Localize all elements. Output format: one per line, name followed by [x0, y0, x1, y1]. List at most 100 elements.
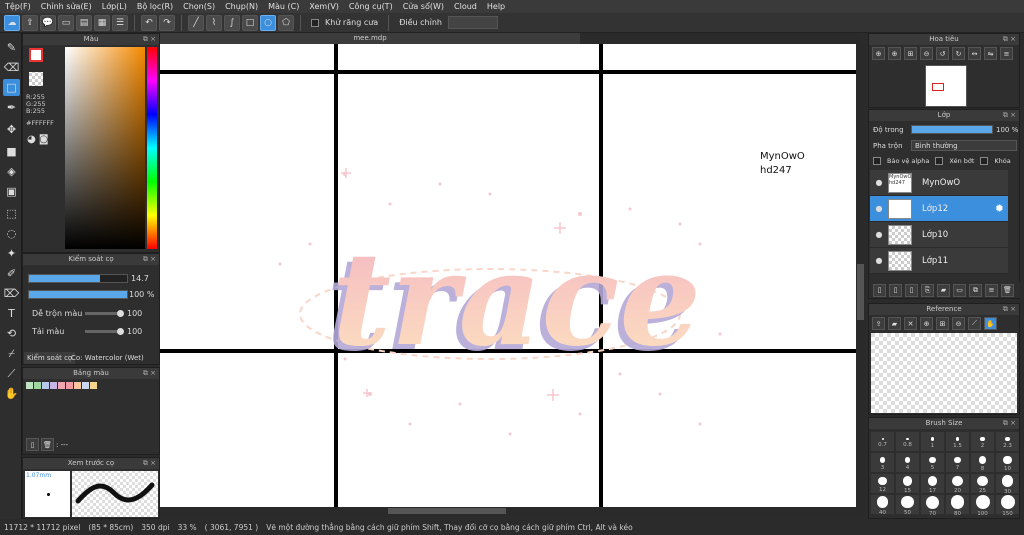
rotate-right-icon[interactable]: ↻: [952, 47, 965, 60]
palette-swatch[interactable]: [74, 382, 81, 389]
hand-icon[interactable]: ✋: [3, 385, 20, 402]
transparent-swatch[interactable]: [29, 72, 43, 86]
fill-rect-icon[interactable]: ■: [3, 143, 20, 160]
layer-opacity-slider[interactable]: [911, 125, 993, 134]
wet-slider[interactable]: [85, 328, 124, 335]
brush-size-cell[interactable]: 0.8: [896, 432, 919, 451]
brush-size-cell[interactable]: 2.3: [996, 432, 1019, 451]
gradient-icon[interactable]: ▣: [3, 183, 20, 200]
palette-swatch[interactable]: [42, 382, 49, 389]
menu-select[interactable]: Chọn(S): [178, 2, 220, 11]
fit-icon[interactable]: ⊞: [904, 47, 917, 60]
protect-alpha-checkbox[interactable]: [873, 157, 881, 165]
magic-wand-icon[interactable]: ✦: [3, 245, 20, 262]
brush-size-cell[interactable]: 150: [996, 495, 1019, 517]
layer-menu-icon[interactable]: ≡: [985, 283, 998, 297]
blend-slider[interactable]: [85, 310, 124, 317]
layer-item[interactable]: ● Lớp10: [870, 222, 1008, 248]
palette-swatch[interactable]: [66, 382, 73, 389]
palette-swatch[interactable]: [82, 382, 89, 389]
pen-icon[interactable]: ✒: [3, 99, 20, 116]
copy-layer-icon[interactable]: ⧉: [969, 283, 982, 297]
import-icon[interactable]: ⇪: [872, 317, 885, 330]
clip-checkbox[interactable]: [935, 157, 944, 165]
brush-opacity-slider[interactable]: [28, 290, 128, 299]
canvas[interactable]: trace trace MynOwO hd247: [160, 44, 860, 514]
divide-icon[interactable]: ⌿: [3, 345, 20, 362]
layer-item[interactable]: ● Lớp11: [870, 248, 1008, 274]
merge-icon[interactable]: ▭: [953, 283, 966, 297]
palette-swatch[interactable]: [50, 382, 57, 389]
close-reference-icon[interactable]: ✕: [904, 317, 917, 330]
layer-settings-icon[interactable]: ✹: [995, 202, 1004, 215]
panel-menu-icon[interactable]: ⧉ ×: [143, 254, 156, 265]
new-folder-layer-icon[interactable]: ▯: [905, 283, 918, 297]
open-folder-icon[interactable]: ▰: [888, 317, 901, 330]
brush-size-cell[interactable]: 70: [921, 495, 944, 517]
palette-swatch[interactable]: [26, 382, 33, 389]
panel-toggle-icon[interactable]: ▤: [76, 14, 92, 31]
brush-size-cell[interactable]: 2: [971, 432, 994, 451]
navigator-menu-icon[interactable]: ≡: [1000, 47, 1013, 60]
new-layer-icon[interactable]: ▯: [873, 283, 886, 297]
saturation-picker[interactable]: [65, 47, 145, 249]
curve-icon[interactable]: ∫: [224, 14, 240, 31]
document-tab[interactable]: mee.mdp: [160, 33, 580, 44]
hand-icon[interactable]: ✋: [984, 317, 997, 330]
bucket-icon[interactable]: ◈: [3, 163, 20, 180]
adjust-select[interactable]: [447, 16, 498, 29]
fit-icon[interactable]: ⊞: [936, 317, 949, 330]
reset-icon[interactable]: ↔: [968, 47, 981, 60]
comment-icon[interactable]: 💬: [40, 14, 56, 31]
delete-layer-icon[interactable]: 🗑: [1001, 283, 1014, 297]
brush-size-cell[interactable]: 0.7: [871, 432, 894, 451]
panel-menu-icon[interactable]: ⧉ ×: [1003, 34, 1016, 45]
duplicate-layer-icon[interactable]: ⎘: [921, 283, 934, 297]
select-icon[interactable]: ⬚: [3, 205, 20, 222]
brush-size-cell[interactable]: 30: [996, 474, 1019, 495]
undo-icon[interactable]: ↶: [141, 14, 157, 31]
brush-size-cell[interactable]: 15: [896, 474, 919, 494]
polygon-icon[interactable]: ⬠: [278, 14, 294, 31]
select-eraser-icon[interactable]: ⌦: [3, 285, 20, 302]
brush-icon[interactable]: ✎: [3, 39, 20, 56]
layer-item-selected[interactable]: ● Lớp12 ✹: [870, 196, 1008, 222]
reference-canvas[interactable]: [871, 333, 1017, 413]
menu-help[interactable]: Help: [482, 2, 510, 11]
zoom-in-icon[interactable]: ⊕: [920, 317, 933, 330]
eye-icon[interactable]: ●: [870, 256, 888, 265]
color-wheel-icon[interactable]: ◕ ◙: [27, 134, 49, 145]
lock-checkbox[interactable]: [980, 157, 989, 165]
foreground-swatch[interactable]: [29, 48, 43, 62]
panel-menu-icon[interactable]: ⧉ ×: [143, 368, 156, 379]
panel-menu-icon[interactable]: ⧉ ×: [1003, 418, 1016, 429]
panel-menu-icon[interactable]: ⧉ ×: [1003, 110, 1016, 121]
new-palette-icon[interactable]: ▯: [26, 438, 39, 451]
move-icon[interactable]: ✥: [3, 121, 20, 138]
ellipse-icon[interactable]: ○: [260, 14, 276, 31]
menu-filter[interactable]: Bộ lọc(R): [132, 2, 178, 11]
brush-size-cell[interactable]: 10: [996, 453, 1019, 472]
menu-layer[interactable]: Lớp(L): [97, 2, 132, 11]
menu-window[interactable]: Cửa sổ(W): [398, 2, 449, 11]
menu-file[interactable]: Tệp(F): [0, 2, 36, 11]
operation-icon[interactable]: ⟲: [3, 325, 20, 342]
tab-brush-control[interactable]: Kiểm soát cọ: [24, 352, 76, 364]
menu-capture[interactable]: Chụp(N): [220, 2, 263, 11]
panel-menu-icon[interactable]: ⧉ ×: [143, 34, 156, 45]
zoom-in-icon[interactable]: ⊕: [872, 47, 885, 60]
brush-size-cell[interactable]: 5: [921, 453, 944, 472]
brush-size-cell[interactable]: 4: [896, 453, 919, 472]
message-icon[interactable]: ▭: [58, 14, 74, 31]
brush-size-cell[interactable]: 12: [871, 474, 894, 493]
layer-item[interactable]: ● MynOwO hd247 MynOwO: [870, 170, 1008, 196]
menu-cloud[interactable]: Cloud: [449, 2, 482, 11]
canvas-vscroll[interactable]: [856, 44, 865, 514]
menu-tools[interactable]: Công cụ(T): [344, 2, 398, 11]
cloud-icon[interactable]: ☁: [4, 14, 20, 31]
flip-icon[interactable]: ⇋: [984, 47, 997, 60]
menu-color[interactable]: Màu (C): [263, 2, 304, 11]
hue-slider[interactable]: [147, 47, 157, 249]
new-layer-alt-icon[interactable]: ▯: [889, 283, 902, 297]
list-icon[interactable]: ☰: [112, 14, 128, 31]
